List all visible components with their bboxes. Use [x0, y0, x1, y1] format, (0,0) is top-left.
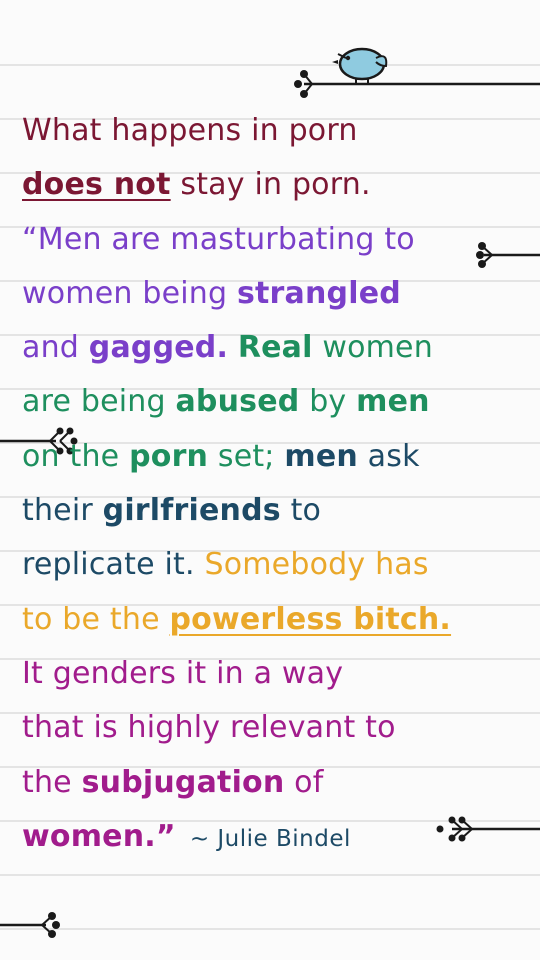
quote-fragment: of	[284, 764, 324, 800]
quote-fragment: stay in porn.	[170, 167, 371, 203]
quote-author: ~ Julie Bindel	[189, 825, 351, 852]
quote-line: their girlfriends to	[22, 484, 522, 538]
quote-fragment: are being	[22, 384, 176, 420]
quote-fragment: to	[280, 493, 322, 529]
quote-line: What happens in porn	[22, 104, 522, 158]
branch-icon	[0, 912, 60, 938]
quote-line: the subjugation of	[22, 756, 522, 810]
quote-emphasis: girlfriends	[102, 493, 281, 529]
quote-line: are being abused by men	[22, 375, 522, 429]
quote-fragment: It genders it in a way	[22, 655, 344, 691]
quote-fragment: What happens in porn	[22, 113, 358, 148]
quote-line: It genders it in a way	[22, 647, 522, 701]
quote-line: to be the powerless bitch.	[22, 593, 522, 647]
quote-fragment: “Men are masturbating to	[22, 221, 415, 257]
quote-emphasis: strangled	[236, 275, 401, 311]
quote-fragment: to be the	[22, 601, 170, 637]
quote-emphasis: subjugation	[81, 764, 285, 800]
quote-emphasis: gagged.	[88, 330, 229, 366]
quote-line: that is highly relevant to	[22, 701, 522, 755]
quote-emphasis: men	[284, 438, 358, 474]
quote-emphasis: does not	[22, 167, 171, 203]
quote-emphasis: porn	[129, 438, 209, 474]
quote-fragment: the	[22, 764, 82, 800]
quote-fragment: by	[299, 384, 357, 420]
quote-fragment: set;	[208, 438, 285, 474]
bird-icon	[294, 47, 540, 98]
quote-emphasis: Real	[237, 330, 313, 366]
quote-line: on the porn set; men ask	[22, 430, 522, 484]
quote-fragment: that is highly relevant to	[22, 710, 396, 746]
quote-line: and gagged. Real women	[22, 321, 522, 375]
quote-text: What happens in porn does not stay in po…	[22, 104, 522, 866]
quote-fragment: women	[312, 330, 433, 366]
quote-emphasis: men	[356, 384, 430, 420]
quote-emphasis: women.”	[22, 818, 176, 854]
quote-fragment: Somebody has	[194, 547, 429, 583]
quote-emphasis: powerless bitch.	[169, 601, 452, 637]
quote-line: “Men are masturbating to	[22, 213, 522, 267]
quote-line: women being strangled	[22, 267, 522, 321]
quote-fragment: on the	[22, 438, 130, 474]
quote-line: women.” ~ Julie Bindel	[22, 810, 522, 866]
quote-fragment: their	[22, 493, 103, 529]
quote-fragment	[228, 330, 238, 365]
quote-fragment: and	[22, 330, 89, 366]
quote-line: does not stay in porn.	[22, 158, 522, 212]
quote-line: replicate it. Somebody has	[22, 538, 522, 592]
quote-fragment: replicate it.	[22, 547, 195, 583]
quote-fragment: women being	[22, 275, 237, 311]
quote-fragment: ask	[357, 438, 420, 474]
quote-emphasis: abused	[175, 384, 300, 420]
